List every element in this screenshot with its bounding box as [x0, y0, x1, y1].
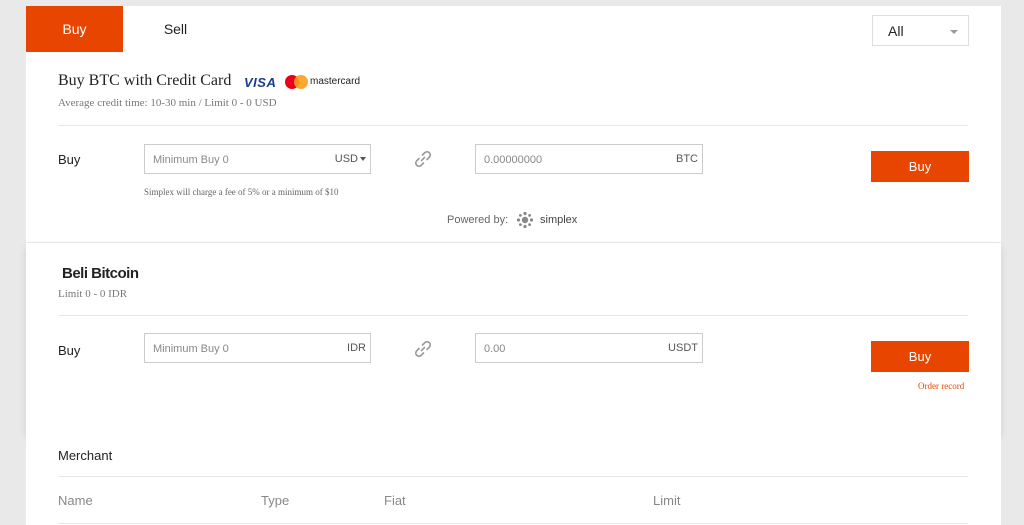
idr-subtitle: Limit 0 - 0 IDR — [58, 288, 128, 300]
column-header-name: Name — [58, 493, 93, 508]
filter-select[interactable]: All — [872, 15, 969, 46]
buy-row-label: Buy — [58, 152, 81, 167]
fiat-amount-input[interactable]: Minimum Buy 0 USD — [144, 144, 371, 174]
mastercard-label: mastercard — [310, 76, 361, 87]
idr-panel: Beli Bitcoin Limit 0 - 0 IDR Buy Minimum… — [26, 243, 1001, 433]
crypto-amount-input[interactable]: 0.00000000 BTC — [475, 144, 703, 174]
idr-amount-input[interactable]: Minimum Buy 0 IDR — [144, 333, 371, 363]
buy-row-label: Buy — [58, 343, 81, 358]
visa-logo: VISA — [244, 75, 277, 90]
idr-amount-placeholder: Minimum Buy 0 — [153, 343, 229, 355]
buy-button[interactable]: Buy — [871, 341, 969, 372]
crypto-unit-label: BTC — [676, 153, 698, 165]
divider — [58, 523, 968, 524]
top-bar: Buy Sell All — [26, 6, 1001, 52]
tab-sell[interactable]: Sell — [138, 6, 213, 52]
currency-select-value: USD — [334, 153, 358, 165]
fee-note: Simplex will charge a fee of 5% or a min… — [144, 187, 339, 197]
merchant-title: Merchant — [58, 448, 113, 463]
buy-button[interactable]: Buy — [871, 151, 969, 182]
simplex-logo-icon — [516, 211, 534, 229]
link-icon — [414, 150, 432, 168]
order-record-link[interactable]: Order record — [918, 381, 964, 391]
currency-select[interactable]: USD — [335, 153, 366, 165]
simplex-label: simplex — [540, 214, 578, 226]
usdt-unit-label: USDT — [668, 342, 698, 354]
merchant-panel: Merchant Name Type Fiat Limit — [26, 433, 1001, 525]
chevron-down-icon — [950, 30, 958, 34]
divider — [58, 476, 968, 477]
mastercard-icon — [285, 75, 309, 89]
idr-unit-label: IDR — [347, 342, 366, 354]
crypto-amount-placeholder: 0.00000000 — [484, 154, 543, 166]
divider — [58, 125, 968, 126]
column-header-type: Type — [261, 493, 290, 508]
column-header-limit: Limit — [653, 493, 681, 508]
link-icon — [414, 340, 432, 358]
credit-card-title: Buy BTC with Credit Card — [58, 72, 232, 89]
column-header-fiat: Fiat — [384, 493, 406, 508]
usdt-amount-input[interactable]: 0.00 USDT — [475, 333, 703, 363]
credit-card-subtitle: Average credit time: 10-30 min / Limit 0… — [58, 97, 277, 109]
tab-buy[interactable]: Buy — [26, 6, 123, 52]
chevron-down-icon — [360, 157, 366, 162]
divider — [58, 315, 968, 316]
idr-title: Beli Bitcoin — [62, 265, 139, 282]
powered-by-label: Powered by: — [447, 214, 509, 226]
filter-select-value: All — [888, 23, 904, 39]
credit-card-panel: Buy BTC with Credit Card VISA mastercard… — [26, 52, 1001, 242]
usdt-amount-placeholder: 0.00 — [484, 343, 506, 355]
fiat-amount-placeholder: Minimum Buy 0 — [153, 154, 229, 166]
